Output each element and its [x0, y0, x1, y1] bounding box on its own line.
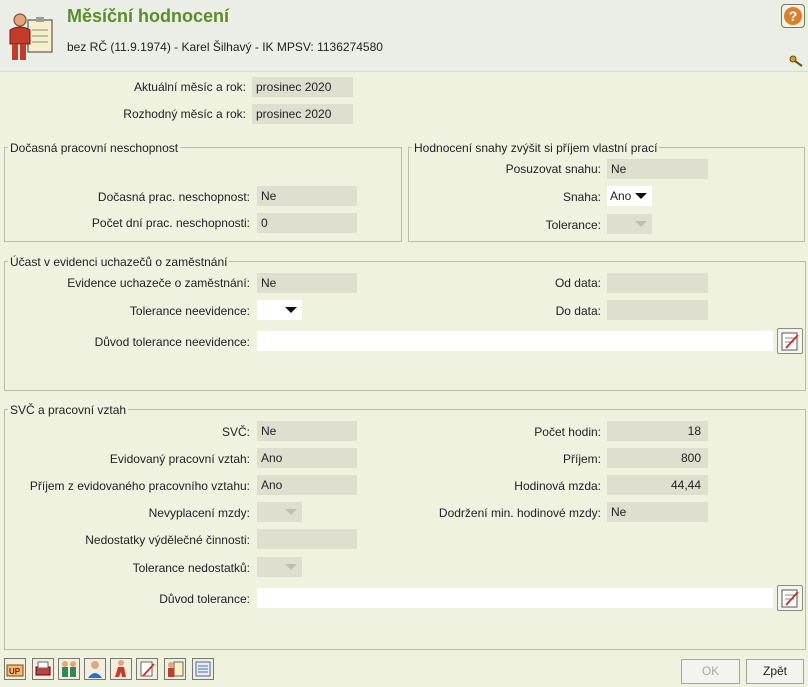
employment-label: Evidovaný pracovní vztah:: [109, 452, 250, 466]
back-button[interactable]: Zpět: [746, 659, 804, 684]
nonpayment-label: Nevyplacení mzdy:: [148, 506, 250, 520]
family-icon: [62, 661, 76, 677]
registry-tolerance-label: Tolerance neevidence:: [129, 304, 250, 318]
person-button[interactable]: [84, 658, 106, 680]
registry-reason-edit-button[interactable]: [777, 328, 803, 354]
shortcomings-field: [257, 529, 357, 549]
key-icon[interactable]: [789, 55, 803, 67]
header: Měsíční hodnocení bez RČ (11.9.1974) - K…: [0, 0, 808, 72]
edit-document-icon: [781, 589, 799, 608]
registry-from-field: [607, 273, 708, 293]
person-icon: [88, 661, 102, 678]
min-wage-field: Ne: [607, 502, 708, 522]
svc-reason-label: Důvod tolerance:: [159, 592, 250, 606]
registry-evidence-label: Evidence uchazeče o zaměstnání:: [67, 276, 250, 290]
shortcomings-tolerance-label: Tolerance nedostatků:: [132, 561, 250, 575]
effort-tolerance-label: Tolerance:: [545, 218, 601, 232]
walking-person-button[interactable]: [110, 658, 132, 680]
svc-legend: SVČ a pracovní vztah: [8, 403, 129, 417]
print-button[interactable]: [32, 658, 54, 680]
hourly-wage-field: 44,44: [607, 475, 708, 495]
svg-text:UP: UP: [9, 667, 21, 676]
chevron-down-icon: [635, 193, 647, 199]
registry-reason-label: Důvod tolerance neevidence:: [94, 335, 250, 349]
chevron-down-icon: [635, 221, 647, 227]
current-month-field: prosinec 2020: [252, 77, 353, 97]
list-icon: [195, 661, 211, 677]
family-button[interactable]: [58, 658, 80, 680]
nonpayment-select: [257, 502, 302, 522]
edit-document-icon: [781, 332, 799, 351]
effort-select[interactable]: Ano: [607, 186, 652, 206]
assess-effort-field: Ne: [607, 159, 708, 179]
person-clipboard-icon: [9, 13, 53, 60]
person-document-button[interactable]: [164, 658, 186, 680]
person-document-icon: [168, 661, 184, 677]
person-info: bez RČ (11.9.1974) - Karel Šilhavý - IK …: [67, 40, 383, 54]
svc-reason-input[interactable]: [257, 588, 773, 608]
effort-select-value: Ano: [610, 189, 632, 203]
registry-legend: Účast v evidenci uchazečů o zaměstnání: [8, 255, 230, 269]
incapacity-field: Ne: [257, 186, 357, 206]
chevron-down-icon: [285, 509, 297, 515]
effort-tolerance-select: [607, 214, 652, 234]
income-from-employment-label: Příjem z evidovaného pracovního vztahu:: [29, 479, 250, 493]
incapacity-label: Dočasná prac. neschopnost:: [97, 190, 250, 204]
help-button[interactable]: ?: [781, 4, 805, 28]
current-month-label: Aktuální měsíc a rok:: [133, 80, 246, 94]
income-label: Příjem:: [562, 452, 601, 466]
help-icon: ?: [784, 7, 802, 25]
list-button[interactable]: [192, 658, 214, 680]
chevron-down-icon: [285, 307, 297, 313]
decisive-month-field: prosinec 2020: [252, 104, 353, 124]
up-icon: UP: [6, 664, 24, 677]
registry-from-label: Od data:: [554, 276, 601, 290]
registry-to-label: Do data:: [555, 304, 601, 318]
up-button[interactable]: UP: [4, 658, 26, 680]
hours-field: 18: [607, 421, 708, 441]
effort-label: Snaha:: [562, 190, 601, 204]
registry-to-field: [607, 300, 708, 320]
svc-label: SVČ:: [221, 425, 250, 439]
page-title: Měsíční hodnocení: [67, 6, 230, 26]
registry-reason-input[interactable]: [257, 331, 773, 351]
assess-effort-label: Posuzovat snahu:: [505, 162, 601, 176]
ok-button[interactable]: OK: [681, 659, 740, 684]
incapacity-days-field: 0: [257, 213, 357, 233]
effort-legend: Hodnocení snahy zvýšit si příjem vlastní…: [412, 141, 660, 155]
employment-field: Ano: [257, 448, 357, 468]
registry-tolerance-select[interactable]: [257, 300, 302, 320]
hourly-wage-label: Hodinová mzda:: [514, 479, 601, 493]
incapacity-days-label: Počet dní prac. neschopnosti:: [91, 216, 250, 230]
printer-icon: [35, 661, 51, 676]
incapacity-legend: Dočasná pracovní neschopnost: [8, 141, 181, 155]
income-from-employment-field: Ano: [257, 475, 357, 495]
svc-field: Ne: [257, 421, 357, 441]
shortcomings-tolerance-select: [257, 557, 302, 577]
min-wage-label: Dodržení min. hodinové mzdy:: [438, 506, 601, 520]
svc-fieldset: [4, 409, 806, 650]
svc-reason-edit-button[interactable]: [777, 585, 803, 611]
hours-label: Počet hodin:: [534, 425, 601, 439]
shortcomings-label: Nedostatky výdělečné činnosti:: [85, 533, 250, 547]
income-field: 800: [607, 448, 708, 468]
decisive-month-label: Rozhodný měsíc a rok:: [123, 107, 246, 121]
registry-evidence-field: Ne: [257, 273, 357, 293]
edit-document-icon: [140, 661, 155, 677]
walking-person-icon: [115, 660, 126, 677]
edit-document-button[interactable]: [136, 658, 158, 680]
chevron-down-icon: [285, 564, 297, 570]
